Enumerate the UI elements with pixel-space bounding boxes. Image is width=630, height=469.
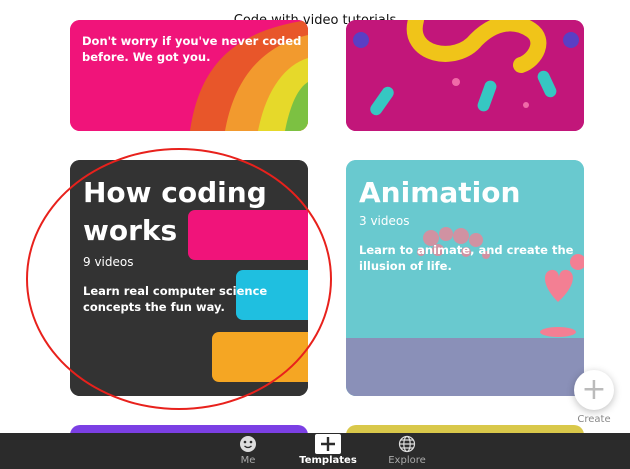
card-description-line: Learn to animate, and create the — [359, 243, 574, 257]
card-description-line: Don't worry if you've never coded — [82, 34, 302, 48]
tab-templates[interactable]: Templates — [299, 433, 357, 469]
face-icon — [239, 433, 257, 455]
tab-explore[interactable]: Explore — [385, 433, 429, 469]
tutorial-card-art[interactable] — [346, 20, 584, 131]
card-title-line: How coding — [83, 176, 267, 209]
globe-icon — [398, 433, 416, 455]
video-count: 9 videos — [83, 255, 134, 269]
card-title-line: works — [83, 214, 178, 247]
tab-label: Explore — [388, 455, 426, 466]
tab-me[interactable]: Me — [228, 433, 268, 469]
card-description-line: Learn real computer science — [83, 284, 268, 298]
plus-icon — [315, 433, 341, 455]
create-button[interactable]: + — [574, 370, 614, 410]
card-title: How coding works — [83, 174, 267, 250]
card-description: Don't worry if you've never coded before… — [82, 33, 301, 65]
plus-icon: + — [581, 372, 607, 407]
card-description: Learn real computer science concepts the… — [83, 283, 267, 315]
tutorial-card-beginner[interactable]: Don't worry if you've never coded before… — [70, 20, 308, 131]
tab-label: Me — [240, 455, 256, 466]
create-label: Create — [577, 414, 611, 425]
card-title: Animation — [359, 176, 521, 209]
tab-bar: Me Templates Explore — [0, 433, 630, 469]
tutorial-card-how-coding-works[interactable]: How coding works 9 videos Learn real com… — [70, 160, 308, 396]
card-description-line: illusion of life. — [359, 259, 452, 273]
card-description-line: before. We got you. — [82, 50, 211, 64]
tutorial-card-animation[interactable]: Animation 3 videos Learn to animate, and… — [346, 160, 584, 396]
card-description: Learn to animate, and create the illusio… — [359, 242, 573, 274]
card-art-shapes — [346, 20, 584, 131]
card-description-line: concepts the fun way. — [83, 300, 225, 314]
video-count: 3 videos — [359, 214, 410, 228]
tab-label: Templates — [299, 455, 357, 466]
